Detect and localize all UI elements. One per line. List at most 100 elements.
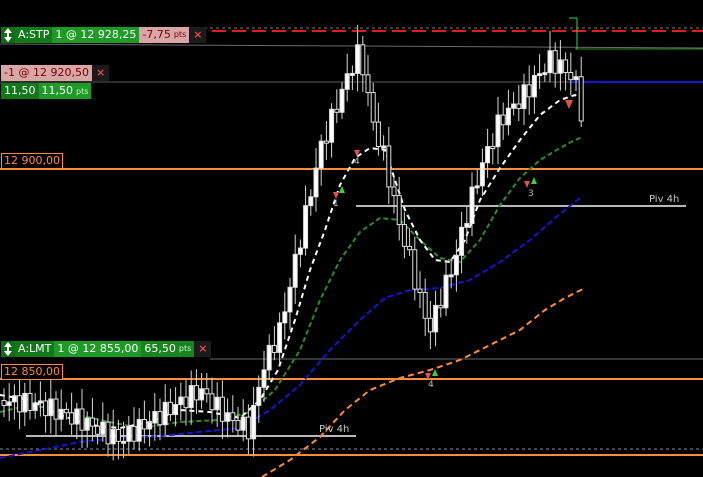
candle-body	[131, 425, 137, 442]
candle-body	[43, 400, 49, 417]
candle-body	[89, 417, 95, 427]
close-position-button[interactable]: ×	[91, 65, 110, 81]
candle-body	[282, 311, 288, 324]
candle-body	[292, 253, 298, 288]
candle-body	[22, 392, 28, 413]
drag-handle-icon[interactable]	[1, 27, 15, 43]
candle-body	[58, 408, 64, 420]
candle-body	[547, 50, 553, 74]
candle-body	[271, 344, 277, 353]
green-moving-average	[0, 136, 584, 430]
candle-body	[308, 196, 314, 207]
cancel-stop-order-button[interactable]: ×	[189, 27, 207, 43]
candle-body	[225, 412, 231, 422]
candle-body	[79, 408, 85, 431]
candle-body	[48, 398, 54, 417]
candle-body	[297, 247, 303, 255]
position-pnl: 11,50 11,50 pts	[1, 83, 92, 99]
candle-body	[261, 369, 267, 388]
position-line	[0, 43, 703, 49]
candle-body	[391, 186, 397, 197]
candle-body	[563, 59, 569, 74]
candle-body	[323, 140, 329, 144]
candle-body	[479, 162, 485, 187]
candle-body	[303, 205, 309, 249]
candle-body	[266, 344, 272, 371]
candle-body	[578, 76, 584, 122]
candle-body	[178, 396, 184, 406]
candle-body	[464, 223, 470, 228]
candle-body	[381, 145, 387, 149]
candle-body	[485, 146, 491, 164]
candle-body	[511, 103, 517, 109]
candle-body	[100, 421, 106, 435]
candle-body	[448, 274, 454, 278]
candle-body	[318, 140, 324, 169]
position-pnl-pts: 11,50 pts	[38, 83, 92, 99]
candle-body	[459, 226, 465, 256]
green-target-marker	[569, 17, 578, 49]
candle-body	[573, 76, 579, 81]
limit-order-pnl: 65,50 pts	[141, 341, 195, 357]
candle-body	[568, 72, 574, 81]
candle-body	[199, 388, 205, 401]
candle-body	[443, 274, 449, 309]
candle-body	[183, 396, 189, 409]
candle-body	[121, 440, 127, 444]
signal-label: 4	[354, 157, 360, 167]
candle-body	[365, 74, 371, 94]
candle-body	[53, 398, 59, 420]
candle-body	[245, 416, 251, 440]
candle-body	[495, 114, 501, 148]
candle-body	[500, 114, 506, 126]
signal-arrows	[333, 100, 573, 380]
candle-body	[505, 107, 511, 126]
candle-body	[84, 417, 90, 431]
candle-body	[360, 44, 366, 76]
candle-body	[401, 224, 407, 247]
signal-label: 1	[333, 199, 339, 209]
candle-body	[105, 421, 111, 445]
candle-body	[438, 304, 444, 309]
candle-body	[277, 322, 283, 353]
candle-body	[204, 388, 210, 395]
candle-body	[95, 425, 101, 435]
candle-body	[552, 50, 558, 74]
candle-body	[339, 88, 345, 113]
candle-body	[396, 195, 402, 226]
limit-order-tag[interactable]: A:LMT 1 @ 12 855,00 65,50 pts ×	[1, 341, 212, 357]
pivot-label: Piv 4h	[319, 424, 350, 435]
price-level-label: 12 900,00	[1, 153, 63, 169]
candle-body	[110, 428, 116, 445]
cancel-limit-order-button[interactable]: ×	[194, 341, 212, 357]
drag-handle-icon[interactable]	[1, 341, 15, 357]
candle-body	[235, 420, 241, 431]
candle-body	[230, 412, 236, 422]
candle-body	[349, 72, 355, 76]
stop-order-tag[interactable]: A:STP 1 @ 12 928,25 -7,75 pts ×	[1, 27, 207, 43]
sell-arrow-icon	[565, 100, 573, 109]
candle-body	[188, 385, 194, 409]
candle-body	[557, 59, 563, 74]
candle-body	[214, 396, 220, 411]
candle-body	[334, 108, 340, 113]
candle-body	[256, 386, 262, 406]
candle-body	[219, 396, 225, 422]
candle-body	[69, 412, 75, 425]
candle-body	[126, 425, 132, 442]
candle-body	[516, 103, 522, 110]
candle-body	[136, 418, 142, 442]
candle-body	[422, 291, 428, 319]
candle-body	[17, 395, 23, 413]
pivot-label: Piv 4h	[649, 194, 680, 205]
limit-order-detail: 1 @ 12 855,00	[54, 341, 142, 357]
candle-body	[329, 108, 335, 143]
candle-body	[344, 73, 350, 90]
stop-order-label: A:STP	[15, 27, 53, 43]
position-pnl-value: 11,50	[1, 83, 39, 99]
position-tag[interactable]: -1 @ 12 920,50 ×	[1, 65, 110, 81]
candle-body	[287, 286, 293, 313]
price-level-label: 12 850,00	[1, 364, 63, 380]
candle-body	[152, 411, 158, 424]
candle-body	[141, 418, 147, 430]
